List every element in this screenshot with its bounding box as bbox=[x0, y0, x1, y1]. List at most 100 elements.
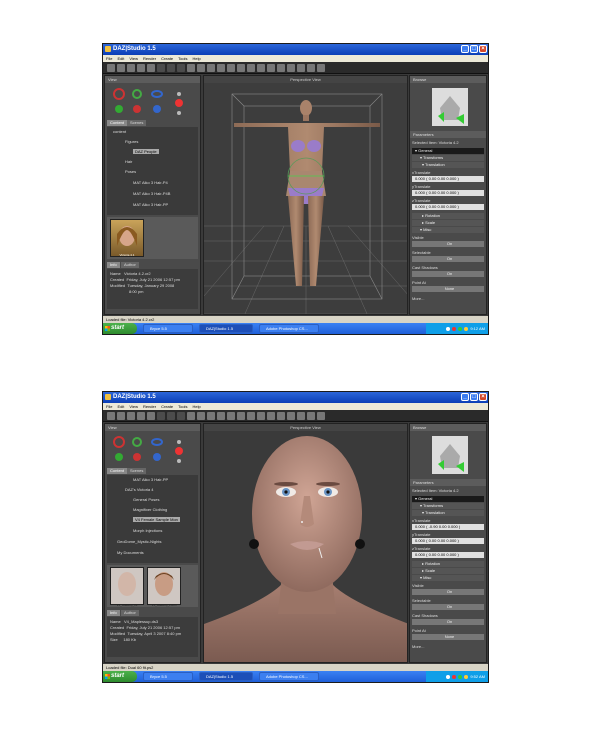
redo-icon[interactable] bbox=[167, 64, 175, 72]
group-transforms[interactable]: ▾ Transforms bbox=[412, 155, 484, 161]
twist-icon[interactable] bbox=[237, 64, 245, 72]
task-photoshop[interactable]: Adobe Photoshop CS... bbox=[259, 672, 319, 681]
save-icon[interactable] bbox=[127, 64, 135, 72]
tree-item[interactable]: My Documents bbox=[117, 550, 144, 555]
twist-icon[interactable] bbox=[237, 412, 245, 420]
tray-network-icon[interactable] bbox=[445, 674, 450, 679]
more-link[interactable]: More... bbox=[412, 296, 424, 301]
group-misc[interactable]: ▾ Misc bbox=[412, 227, 484, 233]
tab-scenes[interactable]: Scenes bbox=[127, 468, 147, 474]
visible-toggle[interactable]: On bbox=[412, 589, 484, 595]
menu-view[interactable]: View bbox=[129, 403, 138, 410]
tree-item[interactable]: MAT Aiko 3 Hair-P4B bbox=[133, 191, 170, 196]
move-icon[interactable] bbox=[207, 64, 215, 72]
browse-preview-thumbnail[interactable] bbox=[432, 88, 468, 126]
universal-icon[interactable] bbox=[227, 412, 235, 420]
tree-item[interactable]: MAT Aiko 3 Hair-PP bbox=[133, 477, 168, 482]
camera-icon[interactable] bbox=[147, 64, 155, 72]
tray-security-icon[interactable] bbox=[451, 326, 456, 331]
tray-volume-icon[interactable] bbox=[464, 326, 469, 331]
move-icon[interactable] bbox=[207, 412, 215, 420]
menu-view[interactable]: View bbox=[129, 55, 138, 62]
scale-icon[interactable] bbox=[217, 412, 225, 420]
menu-create[interactable]: Create bbox=[161, 403, 173, 410]
undo-icon[interactable] bbox=[157, 64, 165, 72]
group-scale[interactable]: ▸ Scale bbox=[412, 220, 484, 226]
maximize-icon[interactable]: □ bbox=[470, 393, 478, 401]
menu-tools[interactable]: Tools bbox=[178, 403, 187, 410]
xtranslate-slider[interactable]: 0.000 ( 0.00 0.00 0.000 ) bbox=[412, 176, 484, 182]
task-daz-studio[interactable]: DAZ|Studio 1.5 bbox=[199, 672, 253, 681]
group-transforms[interactable]: ▾ Transforms bbox=[412, 503, 484, 509]
zoom-icon[interactable] bbox=[277, 412, 285, 420]
more-link[interactable]: More... bbox=[412, 644, 424, 649]
start-button[interactable]: start bbox=[103, 323, 137, 334]
tree-item-selected[interactable]: V4 Female Sample Mon bbox=[133, 517, 180, 522]
group-scale[interactable]: ▸ Scale bbox=[412, 568, 484, 574]
cast-shadows-toggle[interactable]: On bbox=[412, 619, 484, 625]
camera-controls[interactable] bbox=[107, 433, 198, 467]
redo-icon[interactable] bbox=[167, 412, 175, 420]
task-bryce[interactable]: Bryce 5.5 bbox=[143, 672, 193, 681]
tree-item[interactable]: DAZ's Victoria 4 bbox=[125, 487, 153, 492]
open-icon[interactable] bbox=[117, 412, 125, 420]
frame-icon[interactable] bbox=[307, 64, 315, 72]
start-button[interactable]: start bbox=[103, 671, 137, 682]
ytranslate-slider[interactable]: 0.000 ( 0.00 0.00 0.000 ) bbox=[412, 538, 484, 544]
tab-info[interactable]: Info bbox=[107, 262, 120, 268]
zoom-icon[interactable] bbox=[277, 64, 285, 72]
menu-tools[interactable]: Tools bbox=[178, 55, 187, 62]
selectable-toggle[interactable]: On bbox=[412, 604, 484, 610]
universal-icon[interactable] bbox=[227, 64, 235, 72]
group-misc[interactable]: ▾ Misc bbox=[412, 575, 484, 581]
visible-toggle[interactable]: On bbox=[412, 241, 484, 247]
thumbnail-makeup-02[interactable]: V4_Makeup_02 bbox=[110, 567, 144, 607]
ztranslate-slider[interactable]: 0.000 ( 0.00 0.00 0.000 ) bbox=[412, 204, 484, 210]
tree-item[interactable]: Poses bbox=[125, 169, 136, 174]
menu-edit[interactable]: Edit bbox=[117, 403, 124, 410]
window-titlebar[interactable]: DAZ|Studio 1.5 _ □ × bbox=[103, 44, 488, 55]
help-icon[interactable] bbox=[317, 412, 325, 420]
rotate-icon[interactable] bbox=[197, 412, 205, 420]
thumbnail-victoria[interactable]: Victoria 4.1 bbox=[110, 219, 144, 257]
viewport[interactable]: Perspective View bbox=[203, 423, 408, 663]
open-icon[interactable] bbox=[117, 64, 125, 72]
menu-render[interactable]: Render bbox=[143, 55, 156, 62]
render-icon[interactable] bbox=[137, 64, 145, 72]
task-daz-studio[interactable]: DAZ|Studio 1.5 bbox=[199, 324, 253, 333]
camera-icon[interactable] bbox=[147, 412, 155, 420]
tree-item[interactable]: Hair bbox=[125, 159, 132, 164]
tree-item[interactable]: Morph Injections bbox=[133, 528, 162, 533]
undo-icon[interactable] bbox=[157, 412, 165, 420]
bend-icon[interactable] bbox=[267, 412, 275, 420]
group-rotation[interactable]: ▸ Rotation bbox=[412, 213, 484, 219]
tray-volume-icon[interactable] bbox=[464, 674, 469, 679]
tray-network-icon[interactable] bbox=[445, 326, 450, 331]
select-icon[interactable] bbox=[187, 412, 195, 420]
tree-item[interactable]: GeoDome_Mystic-Nights bbox=[117, 539, 161, 544]
tray-update-icon[interactable] bbox=[458, 326, 463, 331]
pan-icon[interactable] bbox=[297, 64, 305, 72]
tray-security-icon[interactable] bbox=[451, 674, 456, 679]
xtranslate-slider[interactable]: 0.000 ( -0.90 0.00 0.000 ) bbox=[412, 524, 484, 530]
viewport-title[interactable]: Perspective View bbox=[204, 424, 407, 431]
close-icon[interactable]: × bbox=[479, 45, 487, 53]
orbit-icon[interactable] bbox=[287, 412, 295, 420]
tree-item[interactable]: content bbox=[113, 129, 126, 134]
cast-shadows-toggle[interactable]: On bbox=[412, 271, 484, 277]
group-general[interactable]: ▾ General bbox=[412, 148, 484, 154]
tab-content[interactable]: Content bbox=[107, 468, 128, 474]
maximize-icon[interactable]: □ bbox=[470, 45, 478, 53]
save-icon[interactable] bbox=[127, 412, 135, 420]
menu-help[interactable]: Help bbox=[192, 55, 200, 62]
orbit-icon[interactable] bbox=[287, 64, 295, 72]
clock[interactable]: 9:12 AM bbox=[470, 326, 485, 331]
tree-item[interactable]: MAT Aiko 3 Hair-P4 bbox=[133, 180, 168, 185]
scale-icon[interactable] bbox=[217, 64, 225, 72]
select-icon[interactable] bbox=[187, 64, 195, 72]
group-translation[interactable]: ▾ Translation bbox=[412, 162, 484, 168]
point-at-select[interactable]: None bbox=[412, 286, 484, 292]
pan-icon[interactable] bbox=[297, 412, 305, 420]
new-icon[interactable] bbox=[107, 412, 115, 420]
tree-item[interactable]: MAT Aiko 3 Hair-PP bbox=[133, 202, 168, 207]
